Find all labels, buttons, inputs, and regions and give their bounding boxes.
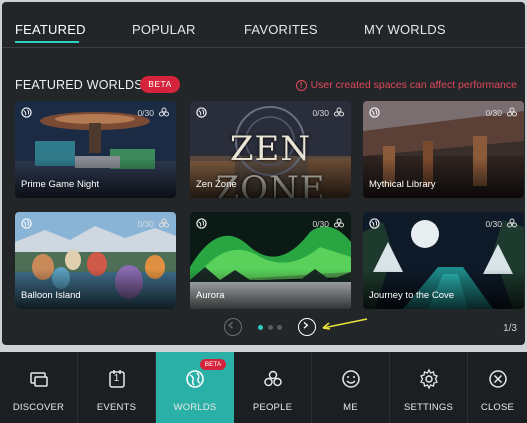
world-card-aurora[interactable]: 0/30 Aurora [190, 212, 351, 309]
occupancy-count: 0/30 [485, 219, 502, 229]
page-dot-active [258, 325, 263, 330]
nav-events[interactable]: 1 EVENTS [78, 352, 156, 423]
globe-icon [196, 218, 207, 229]
card-shade [363, 269, 524, 309]
world-card-prime-game-night[interactable]: 0/30 Prime Game Night [15, 101, 176, 198]
globe-icon [21, 218, 32, 229]
close-icon [488, 370, 507, 388]
tab-favorites[interactable]: FAVORITES [244, 22, 318, 37]
world-card-journey-to-the-cove[interactable]: 0/30 Journey to the Cove [363, 212, 524, 309]
occupancy-count: 0/30 [312, 219, 329, 229]
world-name: Zen Zone [196, 179, 237, 190]
globe-icon [196, 107, 207, 118]
world-card-zen-zone[interactable]: ZEN ZONE 0/30 Zen Zone [190, 101, 351, 198]
calendar-day: 1 [113, 373, 120, 384]
performance-warning: ! User created spaces can affect perform… [295, 79, 517, 91]
page-indicator: 1/3 [503, 323, 517, 334]
bottom-nav: DISCOVER 1 EVENTS BETA WORLDS PEOPLE ME [0, 352, 527, 423]
discover-icon [29, 372, 48, 387]
globe-icon [369, 218, 380, 229]
gear-icon [419, 368, 438, 390]
card-shade [190, 269, 351, 309]
card-shade [363, 158, 524, 198]
world-name: Journey to the Cove [369, 290, 455, 301]
people-icon [263, 370, 282, 387]
world-name: Mythical Library [369, 179, 436, 190]
next-page-button[interactable] [298, 318, 316, 336]
active-tab-indicator [15, 41, 79, 43]
tab-bar: FEATURED POPULAR FAVORITES MY WORLDS [2, 2, 525, 48]
nav-me[interactable]: ME [312, 352, 390, 423]
world-name: Balloon Island [21, 290, 81, 301]
occupancy-count: 0/30 [137, 219, 154, 229]
chevron-right-icon [303, 321, 309, 329]
occupancy-count: 0/30 [137, 108, 154, 118]
card-shade [15, 269, 176, 309]
nav-label: EVENTS [96, 402, 137, 413]
people-icon [159, 218, 169, 228]
world-card-balloon-island[interactable]: 0/30 Balloon Island [15, 212, 176, 309]
chevron-left-icon [228, 321, 233, 329]
nav-people[interactable]: PEOPLE [234, 352, 312, 423]
page-dot [277, 325, 282, 330]
nav-close[interactable]: CLOSE [468, 352, 527, 423]
nav-label: ME [343, 402, 358, 413]
tab-my-worlds[interactable]: MY WORLDS [364, 22, 446, 37]
globe-icon [186, 370, 204, 388]
world-name: Prime Game Night [21, 179, 100, 190]
nav-label: CLOSE [480, 402, 515, 413]
nav-discover[interactable]: DISCOVER [0, 352, 78, 423]
people-icon [507, 218, 517, 228]
people-icon [507, 107, 517, 117]
nav-label: WORLDS [173, 402, 217, 413]
tab-featured[interactable]: FEATURED [15, 22, 86, 37]
world-name: Aurora [196, 290, 225, 301]
occupancy-count: 0/30 [485, 108, 502, 118]
section-title: FEATURED WORLDS [15, 78, 143, 92]
globe-icon [369, 107, 380, 118]
exclamation-circle-icon: ! [295, 79, 307, 91]
pagination: 1/3 [2, 318, 525, 340]
smiley-icon [341, 370, 360, 388]
annotation-arrow [322, 318, 368, 330]
previous-page-button[interactable] [224, 318, 242, 336]
world-card-mythical-library[interactable]: 0/30 Mythical Library [363, 101, 524, 198]
occupancy-count: 0/30 [312, 108, 329, 118]
globe-icon [21, 107, 32, 118]
page-dot [268, 325, 273, 330]
warning-text: User created spaces can affect performan… [310, 79, 517, 91]
tab-popular[interactable]: POPULAR [132, 22, 196, 37]
people-icon [334, 218, 344, 228]
nav-settings[interactable]: SETTINGS [390, 352, 468, 423]
beta-badge: BETA [140, 76, 180, 93]
nav-worlds[interactable]: BETA WORLDS [156, 352, 234, 423]
people-icon [159, 107, 169, 117]
card-shade [15, 158, 176, 198]
card-shade [190, 158, 351, 198]
worlds-panel: FEATURED POPULAR FAVORITES MY WORLDS FEA… [2, 2, 525, 345]
nav-label: SETTINGS [403, 402, 454, 413]
people-icon [334, 107, 344, 117]
nav-label: DISCOVER [12, 402, 65, 413]
nav-label: PEOPLE [252, 402, 293, 413]
